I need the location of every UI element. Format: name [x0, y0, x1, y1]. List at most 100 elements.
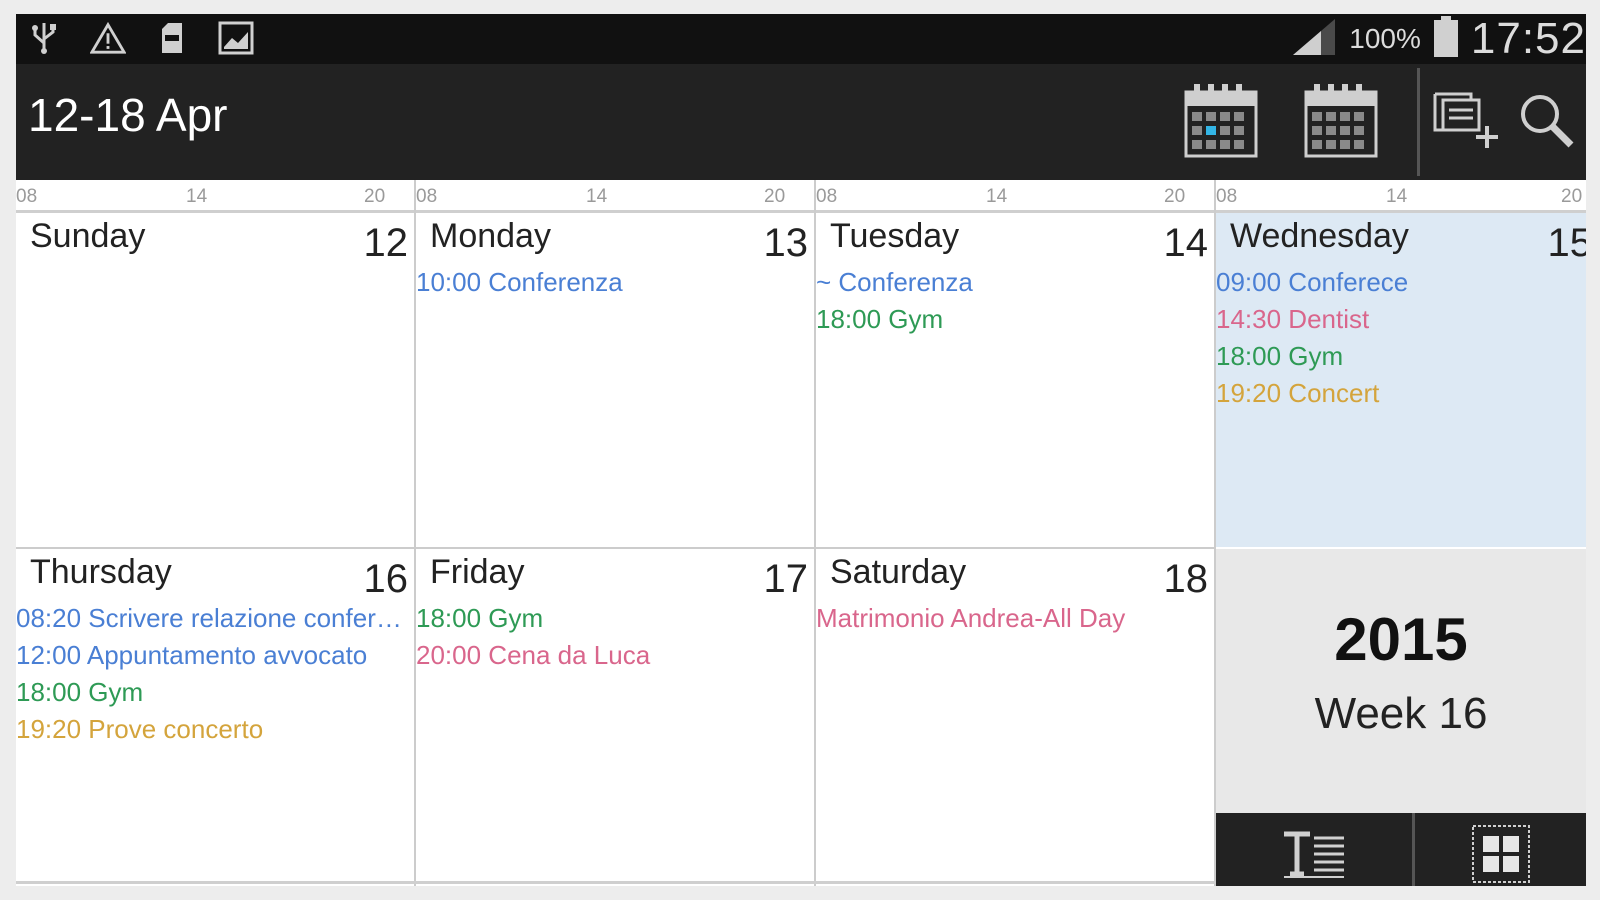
calendar-screen: 100% 17:52 12-18 Apr 08 14 20 08 14 20 0…: [16, 14, 1586, 886]
grid-divider: [16, 547, 1216, 549]
action-bar: 12-18 Apr: [16, 64, 1586, 180]
event-item[interactable]: 19:20 Prove concerto: [16, 712, 410, 749]
day-cell-wednesday-today[interactable]: Wednesday 15 09:00 Conferece 14:30 Denti…: [1216, 213, 1586, 547]
day-name: Tuesday: [830, 217, 960, 255]
day-number: 16: [363, 557, 409, 601]
signal-icon: [1291, 17, 1337, 61]
event-list: ~ Conferenza 18:00 Gym: [816, 265, 1210, 339]
event-item[interactable]: 09:00 Conferece: [1216, 265, 1582, 302]
event-item[interactable]: 19:20 Concert: [1216, 376, 1582, 413]
event-item[interactable]: 18:00 Gym: [16, 675, 410, 712]
timeline-label: 14: [186, 186, 208, 207]
timeline-label: 08: [816, 884, 837, 886]
timeline-segment: 08 14 20: [416, 884, 816, 886]
day-name: Wednesday: [1230, 217, 1409, 255]
day-number: 13: [763, 221, 809, 265]
timeline-segment: 08 14 20: [1216, 180, 1586, 210]
timeline-label: 14: [986, 186, 1008, 207]
event-item[interactable]: Matrimonio Andrea-All Day: [816, 601, 1210, 638]
week-label: Week 16: [1314, 689, 1488, 738]
day-name: Saturday: [830, 553, 967, 591]
event-item[interactable]: 18:00 Gym: [416, 601, 810, 638]
search-button[interactable]: [1511, 64, 1581, 180]
event-list: 10:00 Conferenza: [416, 265, 810, 302]
timeline-label: 20: [764, 884, 785, 886]
event-list: 08:20 Scrivere relazione conferenza 12:0…: [16, 601, 410, 749]
timeline-segment: 08 14 20: [816, 180, 1216, 210]
grid-view-button[interactable]: [1415, 813, 1586, 886]
day-name: Friday: [430, 553, 525, 591]
day-name: Thursday: [30, 553, 172, 591]
timeline-label: 08: [16, 186, 38, 207]
timeline-label: 08: [816, 186, 838, 207]
day-number: 17: [763, 557, 809, 601]
event-item[interactable]: 10:00 Conferenza: [416, 265, 810, 302]
timeline-label: 08: [416, 884, 437, 886]
today-calendar-icon: [1184, 82, 1258, 162]
timeline-top: 08 14 20 08 14 20 08 14 20 08 14 20: [16, 180, 1586, 213]
event-list: 09:00 Conferece 14:30 Dentist 18:00 Gym …: [1216, 265, 1582, 413]
day-cell-saturday[interactable]: Saturday 18 Matrimonio Andrea-All Day: [816, 549, 1214, 881]
grid-divider: [414, 180, 416, 886]
text-view-button[interactable]: [1216, 813, 1412, 886]
date-range-title[interactable]: 12-18 Apr: [28, 88, 227, 142]
day-number: 14: [1163, 221, 1209, 265]
timeline-label: 14: [1386, 186, 1408, 207]
search-icon: [1516, 90, 1576, 154]
event-item[interactable]: 14:30 Dentist: [1216, 302, 1582, 339]
add-event-button[interactable]: [1426, 64, 1506, 180]
timeline-label: 20: [1164, 884, 1185, 886]
event-list: 18:00 Gym 20:00 Cena da Luca: [416, 601, 810, 675]
month-calendar-icon: [1304, 82, 1378, 162]
timeline-label: 20: [364, 884, 385, 886]
grid-divider: [814, 180, 816, 886]
battery-icon: [1433, 16, 1459, 62]
timeline-bottom: 08 14 20 08 14 20 08 14 20: [16, 881, 1216, 886]
add-event-icon: [1431, 90, 1501, 154]
day-name: Monday: [430, 217, 551, 255]
day-number: 12: [363, 221, 409, 265]
day-name: Sunday: [30, 217, 146, 255]
image-icon: [218, 20, 254, 56]
event-item[interactable]: 18:00 Gym: [816, 302, 1210, 339]
day-number: 18: [1163, 557, 1209, 601]
battery-percentage: 100%: [1349, 23, 1421, 54]
event-item[interactable]: ~ Conferenza: [816, 265, 1210, 302]
year-label: 2015: [1334, 606, 1468, 673]
action-bar-divider: [1417, 68, 1420, 176]
week-info-panel: 2015 Week 16: [1216, 549, 1586, 813]
day-cell-monday[interactable]: Monday 13 10:00 Conferenza: [416, 213, 814, 547]
sd-card-icon: [154, 20, 190, 56]
usb-icon: [26, 20, 62, 56]
timeline-label: 20: [764, 186, 786, 207]
timeline-label: 20: [1561, 186, 1583, 207]
timeline-label: 20: [364, 186, 386, 207]
clock: 17:52: [1470, 14, 1586, 63]
day-cell-sunday[interactable]: Sunday 12: [16, 213, 414, 547]
day-cell-friday[interactable]: Friday 17 18:00 Gym 20:00 Cena da Luca: [416, 549, 814, 881]
timeline-segment: 08 14 20: [16, 884, 416, 886]
day-cell-tuesday[interactable]: Tuesday 14 ~ Conferenza 18:00 Gym: [816, 213, 1214, 547]
timeline-label: 08: [16, 884, 37, 886]
text-view-icon: [1282, 830, 1346, 882]
event-item[interactable]: 20:00 Cena da Luca: [416, 638, 810, 675]
timeline-segment: 08 14 20: [816, 884, 1216, 886]
event-item[interactable]: 08:20 Scrivere relazione conferenza: [16, 601, 410, 638]
warning-icon: [90, 20, 126, 56]
event-item[interactable]: 18:00 Gym: [1216, 339, 1582, 376]
timeline-label: 14: [586, 186, 608, 207]
grid-view-icon: [1471, 824, 1531, 886]
day-cell-thursday[interactable]: Thursday 16 08:20 Scrivere relazione con…: [16, 549, 414, 881]
month-calendar-button[interactable]: [1296, 64, 1386, 180]
timeline-label: 20: [1164, 186, 1186, 207]
timeline-label: 14: [586, 884, 607, 886]
timeline-label: 08: [416, 186, 438, 207]
timeline-label: 14: [986, 884, 1007, 886]
event-item[interactable]: 12:00 Appuntamento avvocato: [16, 638, 410, 675]
timeline-label: 14: [186, 884, 207, 886]
timeline-label: 08: [1216, 186, 1238, 207]
timeline-segment: 08 14 20: [16, 180, 416, 210]
day-number: 15: [1547, 221, 1587, 265]
event-list: Matrimonio Andrea-All Day: [816, 601, 1210, 638]
today-calendar-button[interactable]: [1176, 64, 1266, 180]
